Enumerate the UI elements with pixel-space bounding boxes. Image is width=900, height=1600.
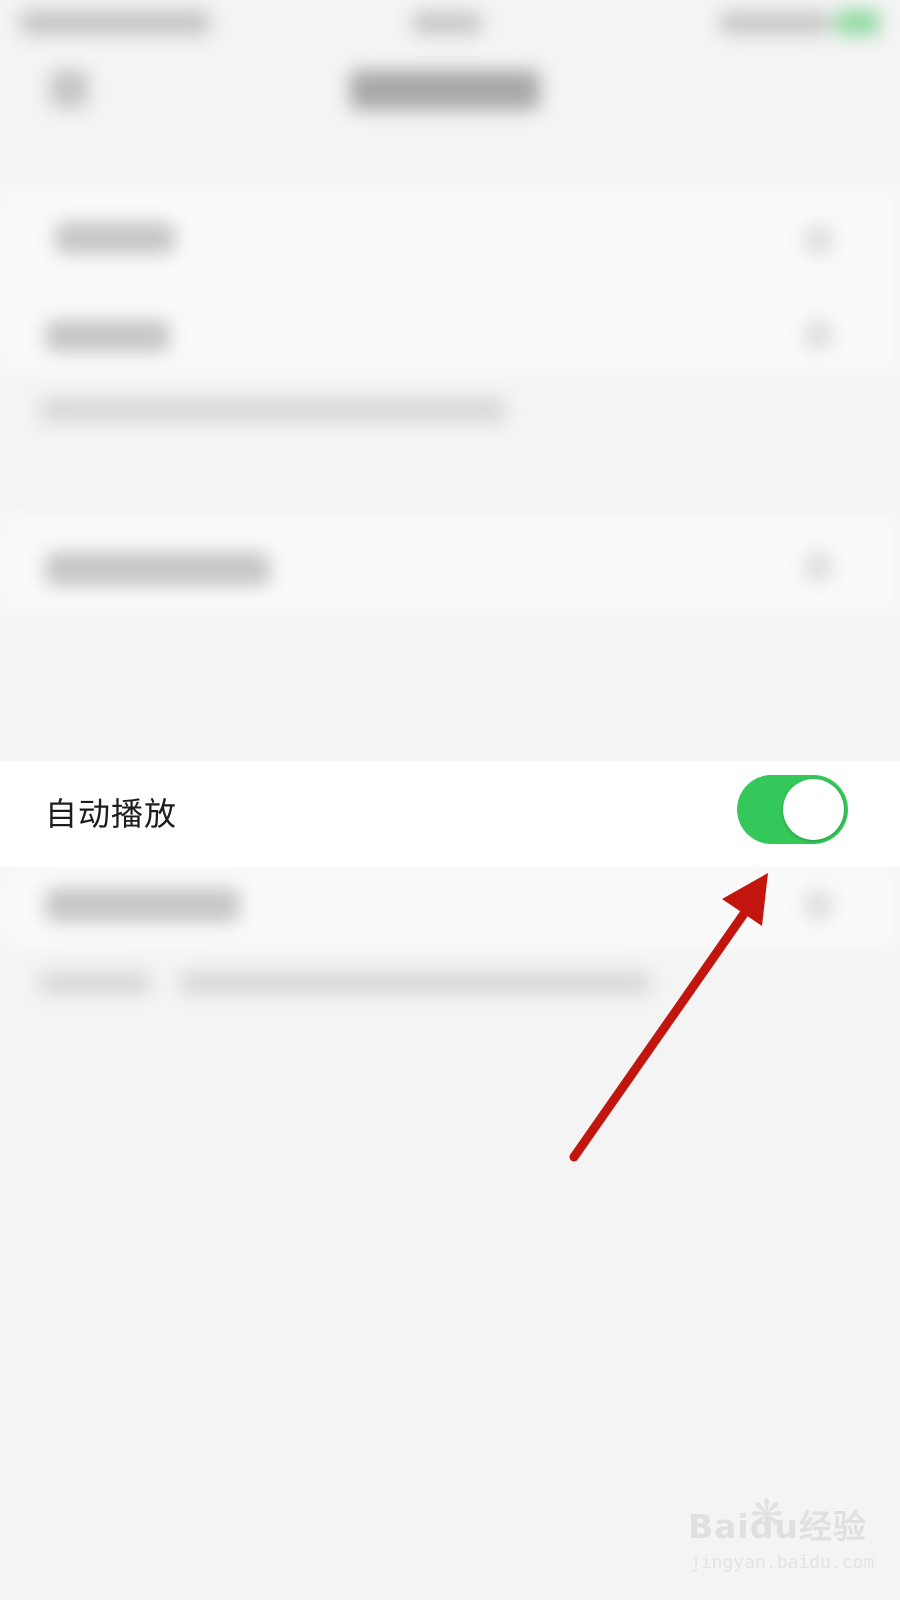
footnote-3-block <box>180 972 650 994</box>
row-3-chevron-block <box>805 552 831 582</box>
row-5-chevron-block <box>805 890 831 920</box>
status-bar-right-block <box>720 12 830 34</box>
autoplay-label: 自动播放 <box>45 795 178 833</box>
toggle-knob <box>783 779 844 840</box>
status-bar-battery-block <box>835 10 880 35</box>
status-bar-left-block <box>20 10 210 35</box>
back-icon <box>50 70 88 108</box>
footnote-2-block <box>40 972 150 994</box>
baidu-watermark: ❋ Baidu经验 jingyan.baidu.com <box>688 1492 888 1585</box>
status-bar-center-block <box>412 12 482 34</box>
row-1-label-block <box>55 222 175 254</box>
row-2-label-block <box>45 320 170 352</box>
row-2-chevron-block <box>805 320 831 350</box>
autoplay-toggle[interactable] <box>737 775 848 844</box>
watermark-sub-text: jingyan.baidu.com <box>690 1552 875 1573</box>
watermark-main-text: Baidu经验 <box>688 1507 867 1546</box>
row-3-label-block <box>45 552 270 586</box>
row-1-chevron-block <box>805 225 831 255</box>
row-5-label-block <box>45 888 240 922</box>
footnote-1-block <box>40 398 505 422</box>
nav-title-block <box>350 70 540 110</box>
autoplay-row: 自动播放 <box>0 761 900 867</box>
